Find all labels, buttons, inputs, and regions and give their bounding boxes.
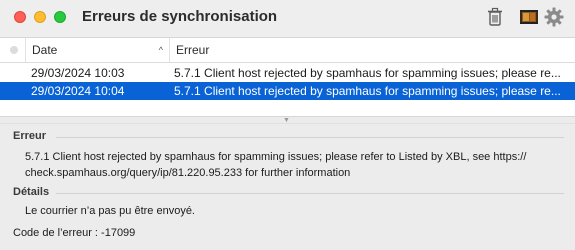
- status-dot-icon: [10, 46, 18, 54]
- details-section-divider: [56, 193, 564, 194]
- table-row[interactable]: 29/03/2024 10:03 5.7.1 Client host rejec…: [0, 64, 575, 82]
- error-message-line: check.spamhaus.org/query/ip/81.220.95.23…: [25, 167, 351, 179]
- error-code: Code de l’erreur : -17099: [13, 227, 136, 239]
- error-section-divider: [56, 137, 564, 138]
- row-error: 5.7.1 Client host rejected by spamhaus f…: [174, 66, 561, 80]
- row-error: 5.7.1 Client host rejected by spamhaus f…: [174, 84, 561, 98]
- close-window-button[interactable]: [14, 11, 26, 23]
- title-bar: Erreurs de synchronisation: [0, 0, 575, 38]
- sort-ascending-icon: ^: [158, 45, 163, 55]
- error-message: 5.7.1 Client host rejected by spamhaus f…: [25, 149, 555, 181]
- row-date: 29/03/2024 10:04: [31, 84, 125, 98]
- date-column-header[interactable]: Date ^: [26, 38, 170, 62]
- error-column-label: Erreur: [176, 43, 210, 57]
- table-header: Date ^ Erreur: [0, 38, 575, 63]
- minimize-window-button[interactable]: [34, 11, 46, 23]
- details-section-heading: Détails: [13, 186, 50, 198]
- row-date: 29/03/2024 10:03: [31, 66, 125, 80]
- date-column-label: Date: [32, 43, 58, 57]
- details-message: Le courrier n’a pas pu être envoyé.: [25, 205, 195, 217]
- trash-icon[interactable]: [484, 6, 506, 28]
- errors-table: Date ^ Erreur 29/03/2024 10:03 5.7.1 Cli…: [0, 38, 575, 116]
- error-column-header[interactable]: Erreur: [170, 38, 575, 62]
- maximize-window-button[interactable]: [54, 11, 66, 23]
- film-icon[interactable]: [518, 6, 540, 28]
- status-column-header[interactable]: [0, 38, 26, 62]
- divider-handle-icon: ▼: [283, 117, 290, 124]
- gear-icon[interactable]: [543, 6, 565, 28]
- sync-errors-window: Erreurs de synchronisation Date ^ Erreur…: [0, 0, 575, 250]
- error-message-line: 5.7.1 Client host rejected by spamhaus f…: [25, 151, 527, 163]
- error-section-heading: Erreur: [13, 130, 47, 142]
- split-view-divider[interactable]: ▼: [0, 116, 575, 124]
- table-row-selected[interactable]: 29/03/2024 10:04 5.7.1 Client host rejec…: [0, 82, 575, 100]
- window-title: Erreurs de synchronisation: [82, 8, 278, 25]
